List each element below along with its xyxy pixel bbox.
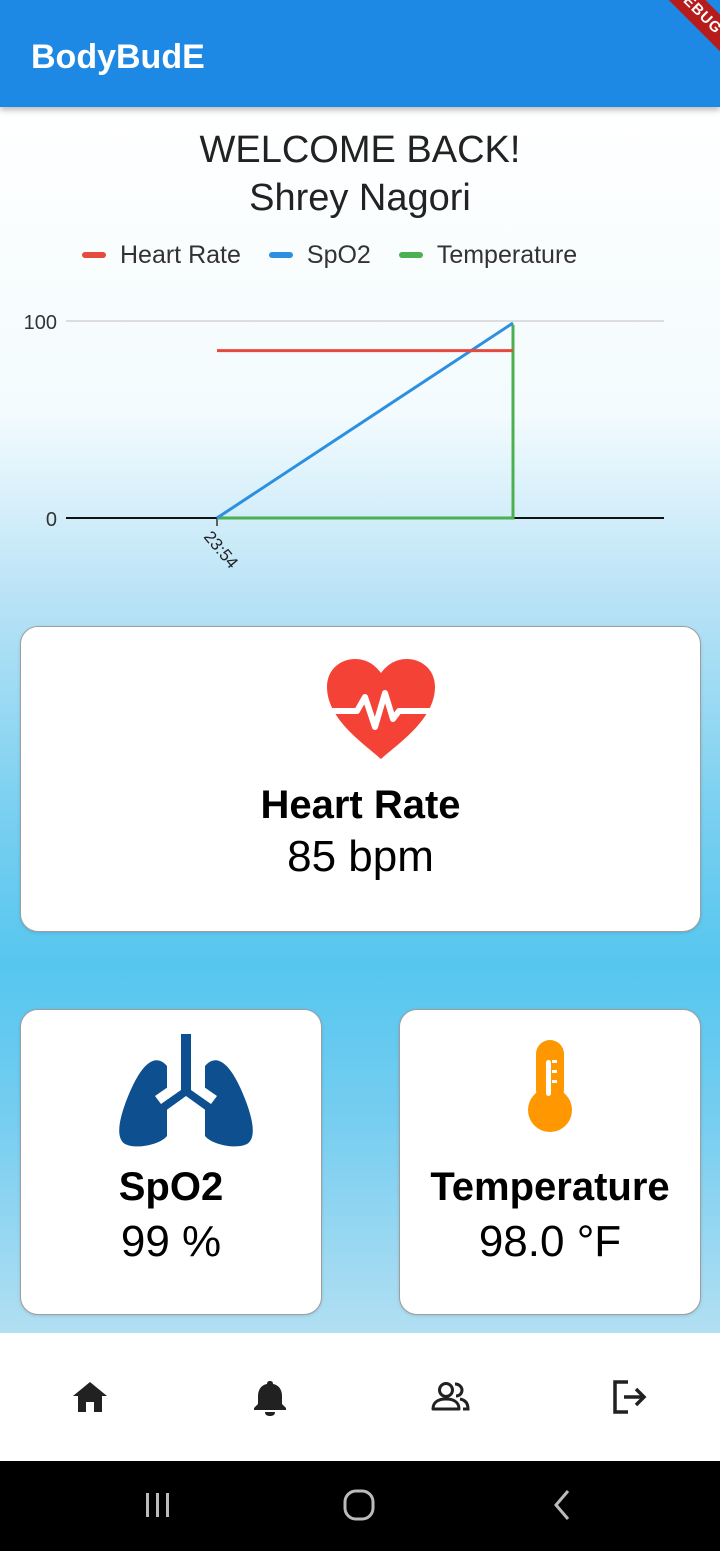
- legend-item-temperature: Temperature: [398, 240, 578, 270]
- app-bar: BodyBudE: [0, 0, 720, 107]
- main-content: WELCOME BACK! Shrey Nagori Heart Rate Sp…: [0, 107, 720, 1333]
- vitals-line-chart: 100 0 23:54: [24, 312, 664, 572]
- thermometer-icon: [528, 1040, 572, 1132]
- spo2-title: SpO2: [118, 1165, 224, 1209]
- series-line-spo2: [216, 321, 514, 520]
- legend-label: SpO2: [306, 240, 371, 269]
- heart-rate-value: 85 bpm: [287, 832, 434, 881]
- legend-item-spo2: SpO2: [268, 240, 371, 270]
- bell-icon[interactable]: [250, 1377, 290, 1417]
- home-circle-icon[interactable]: [337, 1483, 381, 1527]
- recents-icon[interactable]: [136, 1483, 180, 1527]
- chart-legend: Heart Rate SpO2 Temperature: [82, 240, 605, 270]
- legend-swatch: [398, 252, 423, 258]
- lungs-icon: [119, 1034, 253, 1147]
- logout-icon[interactable]: [610, 1377, 650, 1417]
- temperature-card[interactable]: Temperature 98.0 °F: [399, 1009, 701, 1315]
- heart-rate-card[interactable]: Heart Rate 85 bpm: [20, 626, 701, 932]
- legend-swatch: [82, 252, 106, 258]
- bottom-navigation: [0, 1333, 720, 1461]
- people-icon[interactable]: [430, 1377, 470, 1417]
- user-name: Shrey Nagori: [249, 177, 471, 219]
- x-tick-label: 23:54: [200, 527, 242, 572]
- temperature-title: Temperature: [430, 1165, 670, 1209]
- spo2-value: 99 %: [120, 1217, 222, 1266]
- home-icon[interactable]: [70, 1377, 110, 1417]
- system-navigation-bar: [0, 1461, 720, 1551]
- legend-item-heart-rate: Heart Rate: [82, 241, 241, 270]
- y-tick-label: 100: [24, 312, 57, 334]
- y-tick-label: 0: [46, 509, 57, 531]
- back-icon[interactable]: [540, 1483, 584, 1527]
- legend-label: Heart Rate: [120, 240, 241, 269]
- heart-rate-title: Heart Rate: [260, 783, 461, 827]
- legend-swatch: [268, 252, 293, 258]
- heart-pulse-icon: [326, 659, 436, 759]
- spo2-card[interactable]: SpO2 99 %: [20, 1009, 322, 1315]
- legend-label: Temperature: [436, 240, 578, 269]
- welcome-heading: WELCOME BACK!: [199, 129, 521, 171]
- temperature-value: 98.0 °F: [478, 1217, 622, 1266]
- app-title: BodyBudE: [31, 38, 205, 76]
